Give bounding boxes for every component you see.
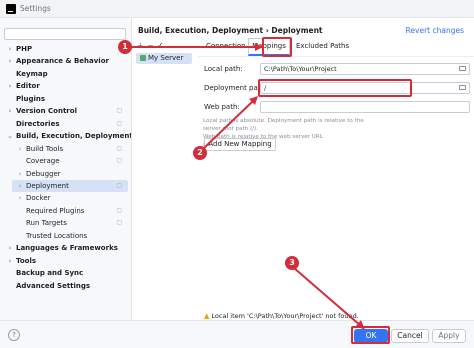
annotation-arrowhead-3 — [356, 320, 365, 330]
annotation-arrowhead-1 — [255, 43, 263, 51]
annotation-badge-1: 1 — [118, 40, 132, 54]
settings-dialog: Settings › PHP › Appearance & Behavior Keyma… — [0, 0, 474, 348]
annotation-arrows — [131, 43, 365, 330]
annotation-badge-3: 3 — [285, 256, 299, 270]
annotation-badge-2: 2 — [193, 146, 207, 160]
annotation-arrow-3 — [293, 267, 362, 327]
annotation-arrow-2 — [202, 100, 254, 150]
